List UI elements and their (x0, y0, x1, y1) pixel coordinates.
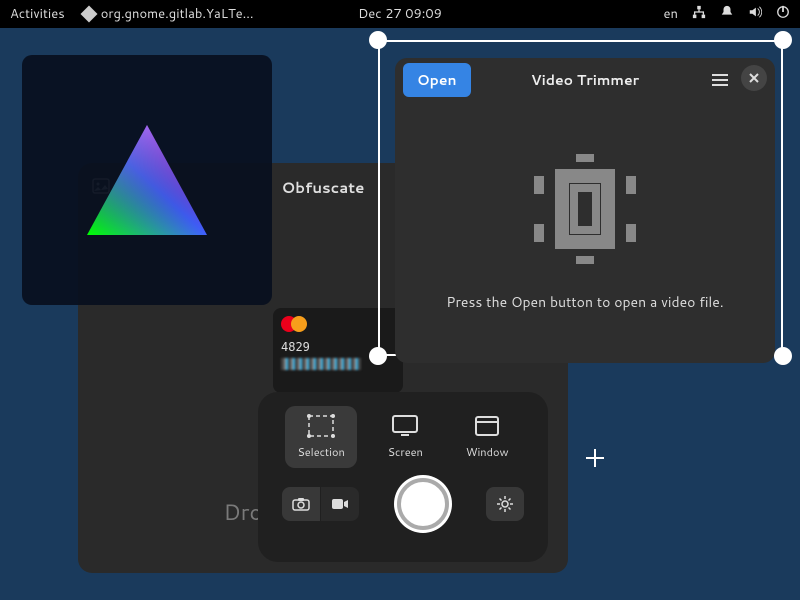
obfuscate-title: Obfuscate (282, 177, 365, 198)
mode-screen[interactable]: Screen (376, 406, 435, 468)
settings-button[interactable] (486, 487, 524, 521)
selection-handle-ne[interactable] (774, 31, 792, 49)
selection-handle-se[interactable] (774, 347, 792, 365)
open-button[interactable]: Open (403, 63, 471, 97)
trimmer-header: Open Video Trimmer (395, 58, 775, 102)
mode-window[interactable]: Window (454, 406, 521, 468)
color-triangle-window[interactable] (22, 55, 272, 305)
mode-screen-label: Screen (388, 444, 423, 460)
screenshot-panel: Selection Screen Window (258, 392, 548, 562)
video-trimmer-window[interactable]: Open Video Trimmer Press the Open button… (395, 58, 775, 363)
hamburger-menu-button[interactable] (705, 65, 735, 95)
input-lang[interactable]: en (664, 5, 678, 23)
app-name: org.gnome.gitlab.YaLTe... (101, 5, 254, 23)
network-icon[interactable] (692, 5, 706, 24)
activities-button[interactable]: Activities (10, 5, 65, 23)
mode-selection-label: Selection (297, 444, 344, 460)
trim-placeholder-icon (520, 154, 650, 264)
capture-button[interactable] (397, 478, 449, 530)
volume-icon[interactable] (748, 5, 762, 24)
close-button[interactable] (741, 65, 767, 91)
app-menu[interactable]: org.gnome.gitlab.YaLTe... (83, 5, 254, 23)
trimmer-title: Video Trimmer (531, 70, 639, 90)
mode-window-label: Window (466, 444, 509, 460)
rgb-triangle-icon (77, 120, 217, 240)
notifications-icon[interactable] (720, 5, 734, 24)
photo-mode-button[interactable] (282, 487, 320, 521)
clock[interactable]: Dec 27 09:09 (358, 5, 442, 23)
power-icon[interactable] (776, 5, 790, 24)
selection-handle-nw[interactable] (369, 31, 387, 49)
video-mode-button[interactable] (321, 487, 359, 521)
mode-selection[interactable]: Selection (285, 406, 356, 468)
selection-handle-sw[interactable] (369, 347, 387, 365)
top-bar: Activities org.gnome.gitlab.YaLTe... Dec… (0, 0, 800, 28)
trimmer-hint: Press the Open button to open a video fi… (446, 292, 723, 312)
app-icon (80, 6, 97, 23)
